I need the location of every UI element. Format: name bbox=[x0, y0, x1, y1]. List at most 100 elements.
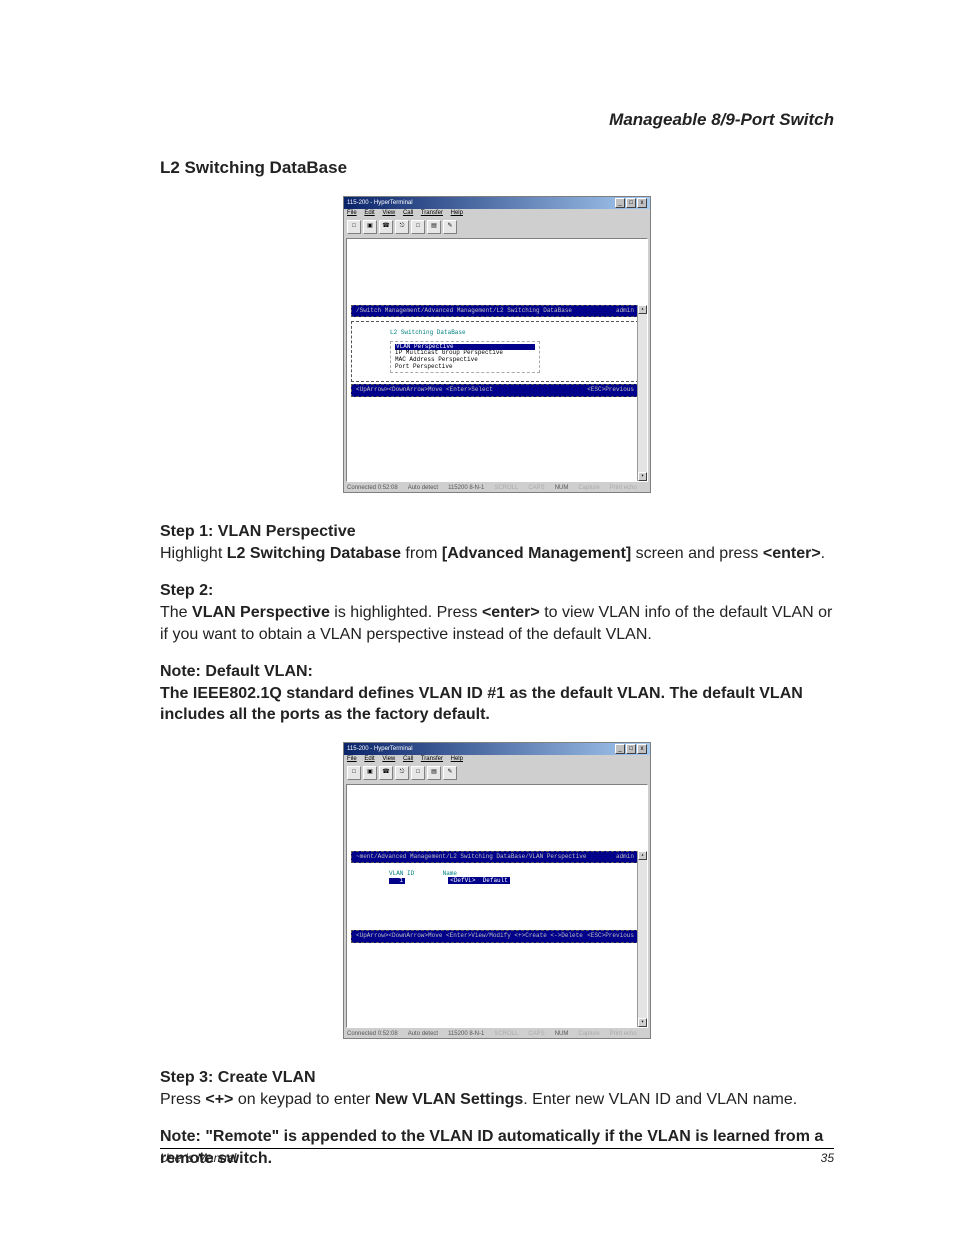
cell-tag: <DefVL> bbox=[450, 877, 475, 884]
toolbar-icon: ▣ bbox=[363, 766, 377, 780]
console-footer-bar: <UpArrow><DownArrow>Move <Enter>Select <… bbox=[351, 384, 639, 397]
toolbar-icon: ☎ bbox=[379, 766, 393, 780]
status-caps: CAPS bbox=[528, 1031, 544, 1038]
toolbar-icon: ✎ bbox=[443, 766, 457, 780]
section-title: L2 Switching DataBase bbox=[160, 158, 834, 178]
vertical-scrollbar: ▴ ▾ bbox=[637, 305, 647, 481]
status-connected: Connected 0:52:08 bbox=[347, 1031, 398, 1038]
window-title: 115-200 - HyperTerminal bbox=[347, 200, 413, 207]
scroll-up-icon: ▴ bbox=[638, 305, 647, 314]
status-scroll: SCROLL bbox=[494, 1031, 518, 1038]
step-2: Step 2: The VLAN Perspective is highligh… bbox=[160, 580, 834, 645]
console-breadcrumb: ~ment/Advanced Management/L2 Switching D… bbox=[356, 854, 586, 861]
text-bold: [Advanced Management] bbox=[442, 545, 631, 562]
window-title: 115-200 - HyperTerminal bbox=[347, 746, 413, 753]
step-1-heading: Step 1: VLAN Perspective bbox=[160, 523, 356, 540]
status-baud: 115200 8-N-1 bbox=[448, 485, 484, 492]
figure-1: 115-200 - HyperTerminal _ □ x File Edit … bbox=[160, 196, 834, 493]
text-bold: New VLAN Settings bbox=[375, 1091, 523, 1108]
status-capture: Capture bbox=[578, 1031, 599, 1038]
close-icon: x bbox=[637, 744, 647, 754]
maximize-icon: □ bbox=[626, 198, 636, 208]
console-user: admin bbox=[616, 308, 634, 315]
menu-view: View bbox=[382, 210, 395, 216]
text: Press bbox=[160, 1091, 205, 1108]
window-toolbar: □ ▣ ☎ ⎋ □ ▤ ✎ bbox=[344, 764, 650, 782]
status-echo: Print echo bbox=[610, 485, 637, 492]
step-3: Step 3: Create VLAN Press <+> on keypad … bbox=[160, 1067, 834, 1110]
toolbar-icon: ▣ bbox=[363, 220, 377, 234]
text: Highlight bbox=[160, 545, 227, 562]
menu-transfer: Transfer bbox=[421, 756, 443, 762]
console-footer-left: <UpArrow><DownArrow>Move <Enter>Select bbox=[356, 387, 493, 394]
menu-call: Call bbox=[403, 756, 413, 762]
close-icon: x bbox=[637, 198, 647, 208]
console-body: L2 Switching DataBase VLAN Perspective I… bbox=[351, 321, 639, 382]
text: screen and press bbox=[631, 545, 763, 562]
console-footer-right: <ESC>Previous bbox=[587, 933, 634, 940]
window-titlebar: 115-200 - HyperTerminal _ □ x bbox=[344, 743, 650, 755]
menu-view: View bbox=[382, 756, 395, 762]
text-bold: <enter> bbox=[763, 545, 821, 562]
text: is highlighted. Press bbox=[330, 604, 482, 621]
toolbar-icon: ⎋ bbox=[395, 766, 409, 780]
text-bold: VLAN Perspective bbox=[192, 604, 330, 621]
note-body: The IEEE802.1Q standard defines VLAN ID … bbox=[160, 685, 803, 724]
cell-name: Default bbox=[483, 877, 508, 884]
console-footer-bar: <UpArrow><DownArrow>Move <Enter>View/Mod… bbox=[351, 930, 639, 943]
status-scroll: SCROLL bbox=[494, 485, 518, 492]
minimize-icon: _ bbox=[615, 198, 625, 208]
hyperterminal-window: 115-200 - HyperTerminal _ □ x File Edit … bbox=[343, 196, 651, 493]
text: . bbox=[821, 545, 825, 562]
menu-help: Help bbox=[451, 756, 463, 762]
toolbar-icon: ⎋ bbox=[395, 220, 409, 234]
status-capture: Capture bbox=[578, 485, 599, 492]
toolbar-icon: ▤ bbox=[427, 220, 441, 234]
toolbar-icon: □ bbox=[347, 766, 361, 780]
text: from bbox=[401, 545, 442, 562]
console-footer-left: <UpArrow><DownArrow>Move <Enter>View/Mod… bbox=[356, 933, 583, 940]
maximize-icon: □ bbox=[626, 744, 636, 754]
footer-page-number: 35 bbox=[821, 1151, 834, 1165]
step-3-heading: Step 3: Create VLAN bbox=[160, 1069, 316, 1086]
status-baud: 115200 8-N-1 bbox=[448, 1031, 484, 1038]
console-breadcrumb: /Switch Management/Advanced Management/L… bbox=[356, 308, 572, 315]
cell-vlan-id: 1 bbox=[389, 878, 405, 885]
status-detect: Auto detect bbox=[408, 1031, 438, 1038]
menu-edit: Edit bbox=[364, 756, 374, 762]
text-bold: <enter> bbox=[482, 604, 540, 621]
status-num: NUM bbox=[555, 1031, 569, 1038]
menu-file: File bbox=[347, 756, 357, 762]
note-default-vlan: Note: Default VLAN: The IEEE802.1Q stand… bbox=[160, 661, 834, 726]
footer-left: User's Manual bbox=[160, 1151, 236, 1165]
step-2-heading: Step 2: bbox=[160, 582, 213, 599]
window-menubar: File Edit View Call Transfer Help bbox=[344, 209, 650, 218]
console-breadcrumb-bar: /Switch Management/Advanced Management/L… bbox=[351, 305, 639, 318]
status-caps: CAPS bbox=[528, 485, 544, 492]
menu-transfer: Transfer bbox=[421, 210, 443, 216]
text: on keypad to enter bbox=[233, 1091, 374, 1108]
figure-2: 115-200 - HyperTerminal _ □ x File Edit … bbox=[160, 742, 834, 1039]
text-bold: L2 Switching Database bbox=[227, 545, 401, 562]
console-user: admin bbox=[616, 854, 634, 861]
status-connected: Connected 0:52:08 bbox=[347, 485, 398, 492]
menu-call: Call bbox=[403, 210, 413, 216]
text: . Enter new VLAN ID and VLAN name. bbox=[523, 1091, 797, 1108]
status-echo: Print echo bbox=[610, 1031, 637, 1038]
note-heading: Note: Default VLAN: bbox=[160, 663, 313, 680]
toolbar-icon: ▤ bbox=[427, 766, 441, 780]
window-toolbar: □ ▣ ☎ ⎋ □ ▤ ✎ bbox=[344, 218, 650, 236]
console-footer-right: <ESC>Previous bbox=[587, 387, 634, 394]
col-vlan-id: VLAN ID bbox=[389, 871, 439, 878]
window-statusbar: Connected 0:52:08 Auto detect 115200 8-N… bbox=[344, 484, 650, 493]
vertical-scrollbar: ▴ ▾ bbox=[637, 851, 647, 1027]
toolbar-icon: ☎ bbox=[379, 220, 393, 234]
text-bold: <+> bbox=[205, 1091, 233, 1108]
menu-edit: Edit bbox=[364, 210, 374, 216]
status-detect: Auto detect bbox=[408, 485, 438, 492]
minimize-icon: _ bbox=[615, 744, 625, 754]
console-menu: VLAN Perspective IP Multicast Group Pers… bbox=[390, 341, 540, 373]
scroll-up-icon: ▴ bbox=[638, 851, 647, 860]
toolbar-icon: □ bbox=[411, 766, 425, 780]
console-panel-title: L2 Switching DataBase bbox=[390, 330, 628, 337]
